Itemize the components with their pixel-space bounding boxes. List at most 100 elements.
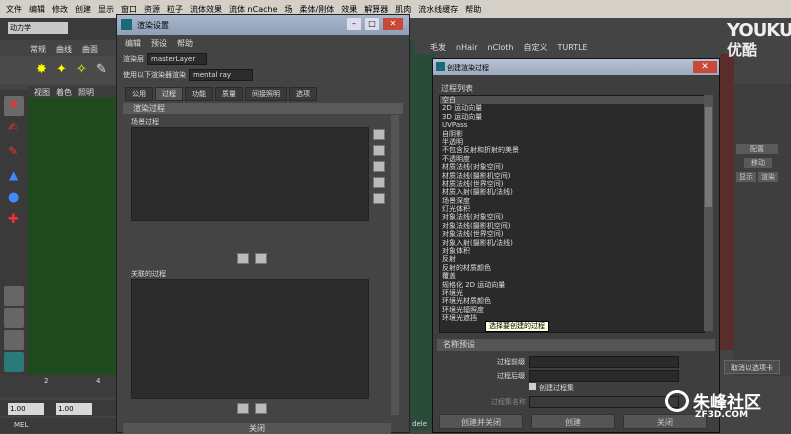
- pass-list-item[interactable]: 覆盖: [440, 272, 704, 280]
- light-icon[interactable]: ✎: [96, 62, 107, 77]
- menu-item[interactable]: 编辑: [29, 4, 45, 15]
- prefix-field[interactable]: [529, 356, 679, 368]
- create-and-close-button[interactable]: 创建并关闭: [439, 414, 523, 429]
- pass-list-item[interactable]: 环境光辐照度: [440, 306, 704, 314]
- tab-1[interactable]: 过程: [155, 87, 183, 101]
- associated-passes-list[interactable]: [131, 279, 369, 399]
- menu-item[interactable]: 流体 nCache: [229, 4, 278, 15]
- associate-pass-icon[interactable]: [237, 253, 249, 264]
- panel-menu-item[interactable]: 照明: [78, 87, 94, 98]
- create-pass-icon[interactable]: [373, 129, 385, 140]
- render-layer-combo[interactable]: masterLayer: [147, 53, 207, 65]
- name-preset-header[interactable]: 名称预设: [437, 339, 715, 351]
- layout-icon[interactable]: [4, 352, 24, 372]
- shelf-tab[interactable]: nCloth: [488, 43, 514, 52]
- shelf-tab[interactable]: 毛发: [430, 42, 446, 53]
- end-time-field[interactable]: 1.00: [56, 403, 92, 415]
- pass-list-item[interactable]: 对象法线(对象空间): [440, 213, 704, 221]
- shelf-tab[interactable]: 自定义: [523, 42, 547, 53]
- light-icon[interactable]: ✦: [56, 62, 67, 77]
- pass-list-item[interactable]: 反射的材质颜色: [440, 264, 704, 272]
- render-passes-header[interactable]: 渲染过程: [123, 103, 403, 114]
- shelf-tab[interactable]: nHair: [456, 43, 478, 52]
- layout-icon[interactable]: [4, 330, 24, 350]
- pass-list-item[interactable]: 环境光材质颜色: [440, 297, 704, 305]
- edit-pass-icon[interactable]: [373, 145, 385, 156]
- menu-item[interactable]: 窗口: [121, 4, 137, 15]
- pass-list-item[interactable]: 材质法线(摄影机空间): [440, 172, 704, 180]
- menu-item[interactable]: 效果: [341, 4, 357, 15]
- menu-item[interactable]: 帮助: [465, 4, 481, 15]
- viewport[interactable]: [28, 98, 120, 375]
- menu-item[interactable]: 修改: [52, 4, 68, 15]
- menu-item[interactable]: 文件: [6, 4, 22, 15]
- pass-icon[interactable]: [373, 177, 385, 188]
- menu-item[interactable]: 场: [285, 4, 293, 15]
- pass-list-item[interactable]: 环境光遮挡: [440, 314, 704, 322]
- mode-select[interactable]: 动力学: [8, 22, 68, 34]
- layout-icon[interactable]: [4, 286, 24, 306]
- light-icon[interactable]: ✸: [36, 62, 47, 77]
- render-settings-menu-item[interactable]: 帮助: [177, 38, 193, 49]
- pass-list-item[interactable]: 材质入射(摄影机/法线): [440, 188, 704, 196]
- pass-list-item[interactable]: 3D 运动向量: [440, 113, 704, 121]
- renderer-combo[interactable]: mental ray: [189, 69, 253, 81]
- pass-list[interactable]: 空白 2D 运动向量 3D 运动向量 UVPass 自阴影 半透明 不包含反射和折射的美景不…: [439, 95, 705, 333]
- panel-menu-item[interactable]: 着色: [56, 87, 72, 98]
- tab-2[interactable]: 功能: [185, 87, 213, 101]
- start-time-field[interactable]: 1.00: [8, 403, 44, 415]
- pass-list-item[interactable]: 对象入射(摄影机/法线): [440, 239, 704, 247]
- menu-item[interactable]: 流水线缓存: [418, 4, 458, 15]
- maximize-icon[interactable]: □: [365, 18, 379, 30]
- close-icon[interactable]: ✕: [383, 18, 403, 30]
- pass-list-item[interactable]: UVPass: [440, 121, 704, 129]
- scale-tool-icon[interactable]: ✚: [4, 212, 24, 232]
- lasso-tool-icon[interactable]: ✍: [4, 120, 24, 140]
- pass-icon[interactable]: [373, 193, 385, 204]
- shelf-tab[interactable]: 曲线: [56, 44, 72, 55]
- pass-list-item[interactable]: 对象法线(世界空间): [440, 230, 704, 238]
- layout-icon[interactable]: [4, 308, 24, 328]
- pass-list-item[interactable]: 场景深度: [440, 197, 704, 205]
- render-settings-menu-item[interactable]: 编辑: [125, 38, 141, 49]
- paint-tool-icon[interactable]: ✎: [4, 144, 24, 164]
- menu-item[interactable]: 创建: [75, 4, 91, 15]
- menu-item[interactable]: 柔体/刚体: [300, 4, 335, 15]
- tab-4[interactable]: 间接照明: [245, 87, 287, 101]
- rotate-tool-icon[interactable]: ●: [4, 190, 24, 210]
- light-icon[interactable]: ✧: [76, 62, 87, 77]
- menu-item[interactable]: 资源: [144, 4, 160, 15]
- minimize-icon[interactable]: –: [347, 18, 361, 30]
- close-button[interactable]: 关闭: [123, 423, 391, 434]
- set-name-field[interactable]: [529, 396, 679, 408]
- shelf-tab[interactable]: TURTLE: [557, 43, 587, 52]
- menu-item[interactable]: 肌肉: [395, 4, 411, 15]
- suffix-field[interactable]: [529, 370, 679, 382]
- menu-item[interactable]: 流体效果: [190, 4, 222, 15]
- pass-list-item[interactable]: 规格化 2D 运动向量: [440, 281, 704, 289]
- tab-3[interactable]: 质量: [215, 87, 243, 101]
- pass-icon[interactable]: [237, 403, 249, 414]
- pass-list-item[interactable]: 对象法线(摄影机空间): [440, 222, 704, 230]
- render-settings-menu-item[interactable]: 预设: [151, 38, 167, 49]
- pass-list-item[interactable]: 不包含反射和折射的美景: [440, 146, 704, 154]
- command-line[interactable]: MEL: [0, 418, 120, 433]
- menu-item[interactable]: 解算器: [364, 4, 388, 15]
- pass-list-item[interactable]: 不透明度: [440, 155, 704, 163]
- pass-icon[interactable]: [255, 403, 267, 414]
- scene-passes-list[interactable]: [131, 127, 369, 221]
- create-set-checkbox[interactable]: [529, 383, 536, 390]
- shelf-tab[interactable]: 曲面: [82, 44, 98, 55]
- pass-icon[interactable]: [373, 161, 385, 172]
- scrollbar[interactable]: [391, 115, 399, 415]
- menu-item[interactable]: 粒子: [167, 4, 183, 15]
- create-button[interactable]: 创建: [531, 414, 615, 429]
- anim-button[interactable]: 取消以选项卡: [724, 360, 780, 374]
- timeline[interactable]: 2 4: [0, 375, 120, 397]
- pass-list-item[interactable]: 反射: [440, 255, 704, 263]
- disassociate-pass-icon[interactable]: [255, 253, 267, 264]
- pass-list-item[interactable]: 材质法线(对象空间): [440, 163, 704, 171]
- tab-0[interactable]: 公用: [125, 87, 153, 101]
- shelf-tab[interactable]: 常规: [30, 44, 46, 55]
- pass-list-item[interactable]: 对象体积: [440, 247, 704, 255]
